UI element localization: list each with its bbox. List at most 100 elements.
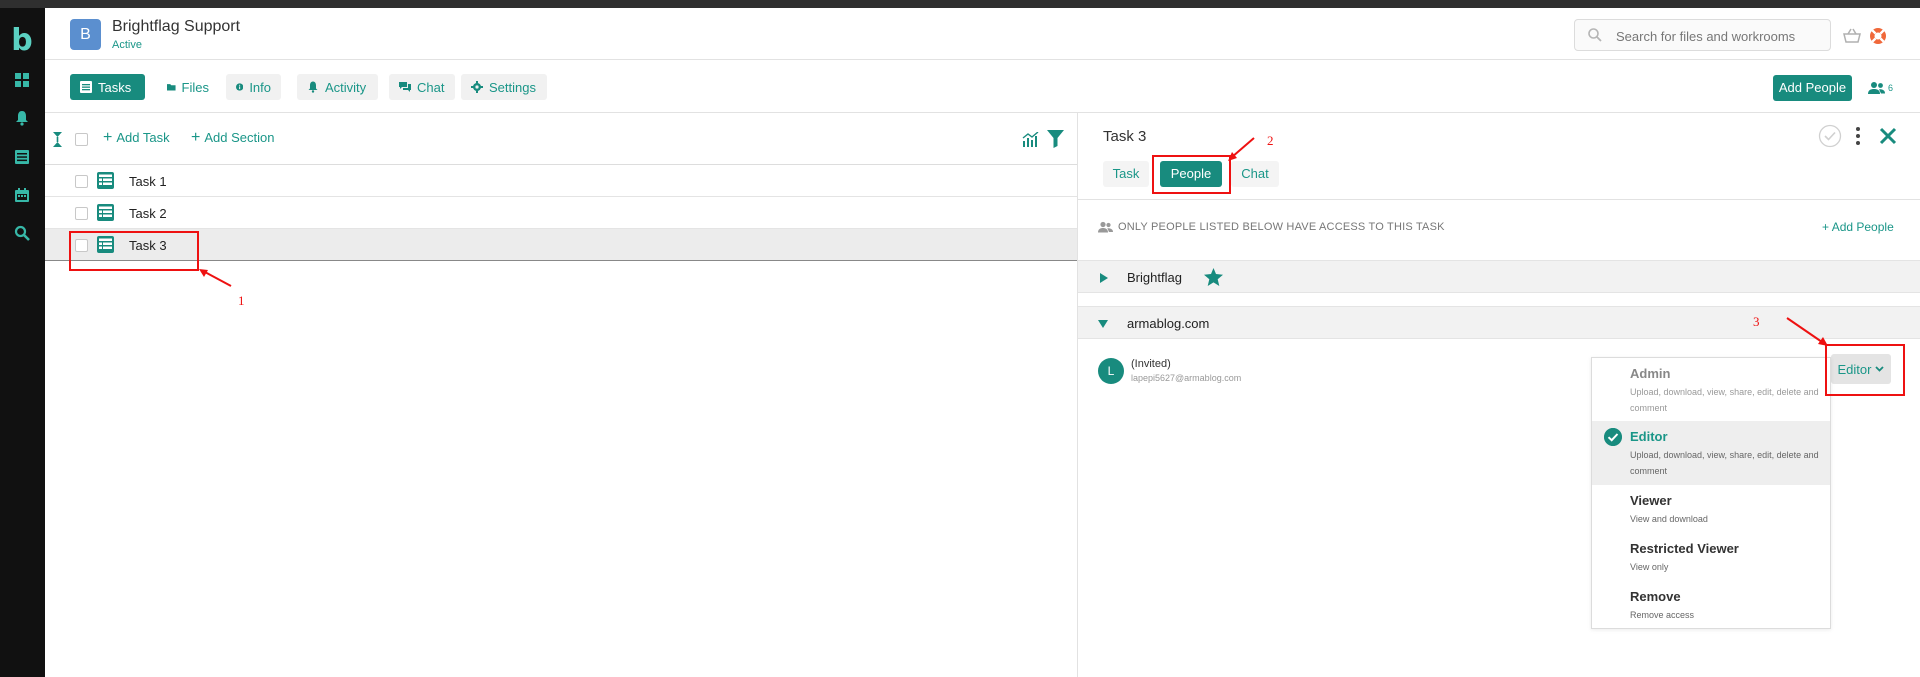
task-row[interactable]: Task 1	[45, 165, 1077, 197]
role-option-label: Admin	[1630, 366, 1671, 381]
member-name: (Invited)	[1131, 358, 1171, 370]
people-icon	[1098, 221, 1113, 233]
add-task-label: Add Task	[116, 130, 170, 145]
role-option-editor[interactable]: Editor Upload, download, view, share, ed…	[1592, 421, 1830, 485]
tab-files[interactable]: Files	[157, 74, 219, 100]
brand-logo-icon[interactable]: b	[8, 24, 36, 58]
search-input[interactable]: Search for files and workrooms	[1574, 19, 1831, 51]
role-option-label: Viewer	[1630, 493, 1672, 508]
info-icon	[236, 83, 244, 91]
tab-label: Chat	[417, 79, 445, 95]
annotation-box-3	[1825, 344, 1905, 396]
folder-icon	[167, 84, 176, 91]
divider	[1078, 199, 1920, 200]
tab-label: Settings	[489, 79, 536, 95]
subtab-task[interactable]: Task	[1103, 161, 1149, 187]
plus-icon: +	[103, 129, 113, 146]
more-options-icon[interactable]	[1855, 126, 1861, 146]
group-name: armablog.com	[1127, 316, 1210, 331]
bell-icon	[308, 81, 318, 93]
role-option-admin[interactable]: Admin Upload, download, view, share, edi…	[1592, 358, 1830, 421]
workspace-status: Active	[112, 39, 142, 51]
workroom-nav: Tasks Files Info Activity Chat Settings …	[45, 61, 1920, 113]
member-email: lapepi5627@armablog.com	[1131, 373, 1242, 383]
role-option-desc: View and download	[1630, 514, 1708, 524]
app-rail: b	[0, 8, 45, 677]
add-section-button[interactable]: + Add Section	[191, 129, 275, 146]
dashboard-icon[interactable]	[12, 70, 32, 90]
task-name: Task 1	[129, 174, 167, 189]
workspace-header: B Brightflag Support Active Search for f…	[45, 8, 1920, 60]
search-placeholder: Search for files and workrooms	[1616, 29, 1796, 44]
task-table-icon	[97, 204, 114, 221]
annotation-arrow-3	[1786, 317, 1828, 346]
tab-label: Files	[181, 79, 209, 95]
complete-check-icon[interactable]	[1818, 124, 1842, 148]
help-lifebuoy-icon[interactable]	[1868, 26, 1888, 46]
filter-icon[interactable]	[1047, 130, 1064, 148]
annotation-box-1	[69, 231, 199, 271]
member-avatar: L	[1098, 358, 1124, 384]
tab-label: Info	[249, 79, 271, 95]
add-people-link[interactable]: + Add People	[1822, 220, 1894, 234]
annotation-arrow-1	[199, 269, 232, 287]
role-option-remove[interactable]: Remove Remove access	[1592, 581, 1830, 629]
basket-icon[interactable]	[1842, 26, 1862, 46]
access-notice: ONLY PEOPLE LISTED BELOW HAVE ACCESS TO …	[1118, 221, 1445, 233]
subtab-chat[interactable]: Chat	[1231, 161, 1279, 187]
tab-info[interactable]: Info	[226, 74, 281, 100]
role-option-desc: Remove access	[1630, 610, 1695, 620]
members-count-button[interactable]: 6	[1868, 79, 1898, 97]
annotation-box-2	[1152, 155, 1231, 194]
task-row[interactable]: Task 2	[45, 197, 1077, 229]
tab-label: Tasks	[98, 79, 132, 95]
group-row-collapsed[interactable]: Brightflag	[1078, 260, 1920, 293]
group-name: Brightflag	[1127, 270, 1182, 285]
tasks-list-icon[interactable]	[12, 147, 32, 167]
add-people-label: Add People	[1831, 220, 1894, 234]
notifications-bell-icon[interactable]	[12, 108, 32, 128]
people-icon	[1868, 82, 1885, 94]
collapse-caret-icon[interactable]	[1098, 320, 1108, 328]
annotation-label-2: 2	[1267, 133, 1274, 148]
plus-icon: +	[191, 129, 201, 146]
selected-check-icon	[1604, 428, 1622, 446]
tab-settings[interactable]: Settings	[461, 74, 547, 100]
task-checkbox[interactable]	[75, 207, 88, 220]
window-top-strip	[0, 0, 1920, 8]
task-row-selected[interactable]: Task 3	[45, 229, 1077, 261]
add-people-button[interactable]: Add People	[1773, 75, 1852, 101]
task-checkbox[interactable]	[75, 175, 88, 188]
role-option-desc: View only	[1630, 562, 1669, 572]
search-icon[interactable]	[12, 223, 32, 243]
analytics-chart-icon[interactable]	[1022, 132, 1039, 147]
chat-icon	[399, 82, 411, 92]
task-name: Task 2	[129, 206, 167, 221]
table-icon	[80, 81, 92, 93]
annotation-label-1: 1	[238, 293, 245, 308]
role-option-restricted-viewer[interactable]: Restricted Viewer View only	[1592, 533, 1830, 581]
plus-icon: +	[1822, 220, 1832, 234]
workspace-title: Brightflag Support	[112, 18, 241, 35]
gear-icon	[471, 81, 483, 93]
tab-tasks[interactable]: Tasks	[70, 74, 145, 100]
role-option-viewer[interactable]: Viewer View and download	[1592, 485, 1830, 533]
calendar-icon[interactable]	[12, 185, 32, 205]
workspace-avatar[interactable]: B	[70, 19, 101, 50]
close-icon[interactable]	[1879, 127, 1897, 145]
search-icon	[1588, 28, 1602, 42]
detail-title: Task 3	[1103, 128, 1147, 145]
tab-activity[interactable]: Activity	[297, 74, 378, 100]
role-option-desc: Upload, download, view, share, edit, del…	[1630, 387, 1819, 413]
star-icon	[1204, 268, 1223, 286]
expand-caret-icon[interactable]	[1100, 273, 1108, 283]
add-section-label: Add Section	[204, 130, 275, 145]
select-all-checkbox[interactable]	[75, 133, 88, 146]
role-option-label: Remove	[1630, 589, 1681, 604]
role-option-label: Editor	[1630, 429, 1668, 444]
annotation-arrow-2	[1228, 137, 1255, 161]
add-task-button[interactable]: + Add Task	[103, 129, 170, 146]
collapse-all-icon[interactable]	[53, 132, 62, 147]
tab-chat[interactable]: Chat	[389, 74, 455, 100]
role-option-label: Restricted Viewer	[1630, 541, 1739, 556]
